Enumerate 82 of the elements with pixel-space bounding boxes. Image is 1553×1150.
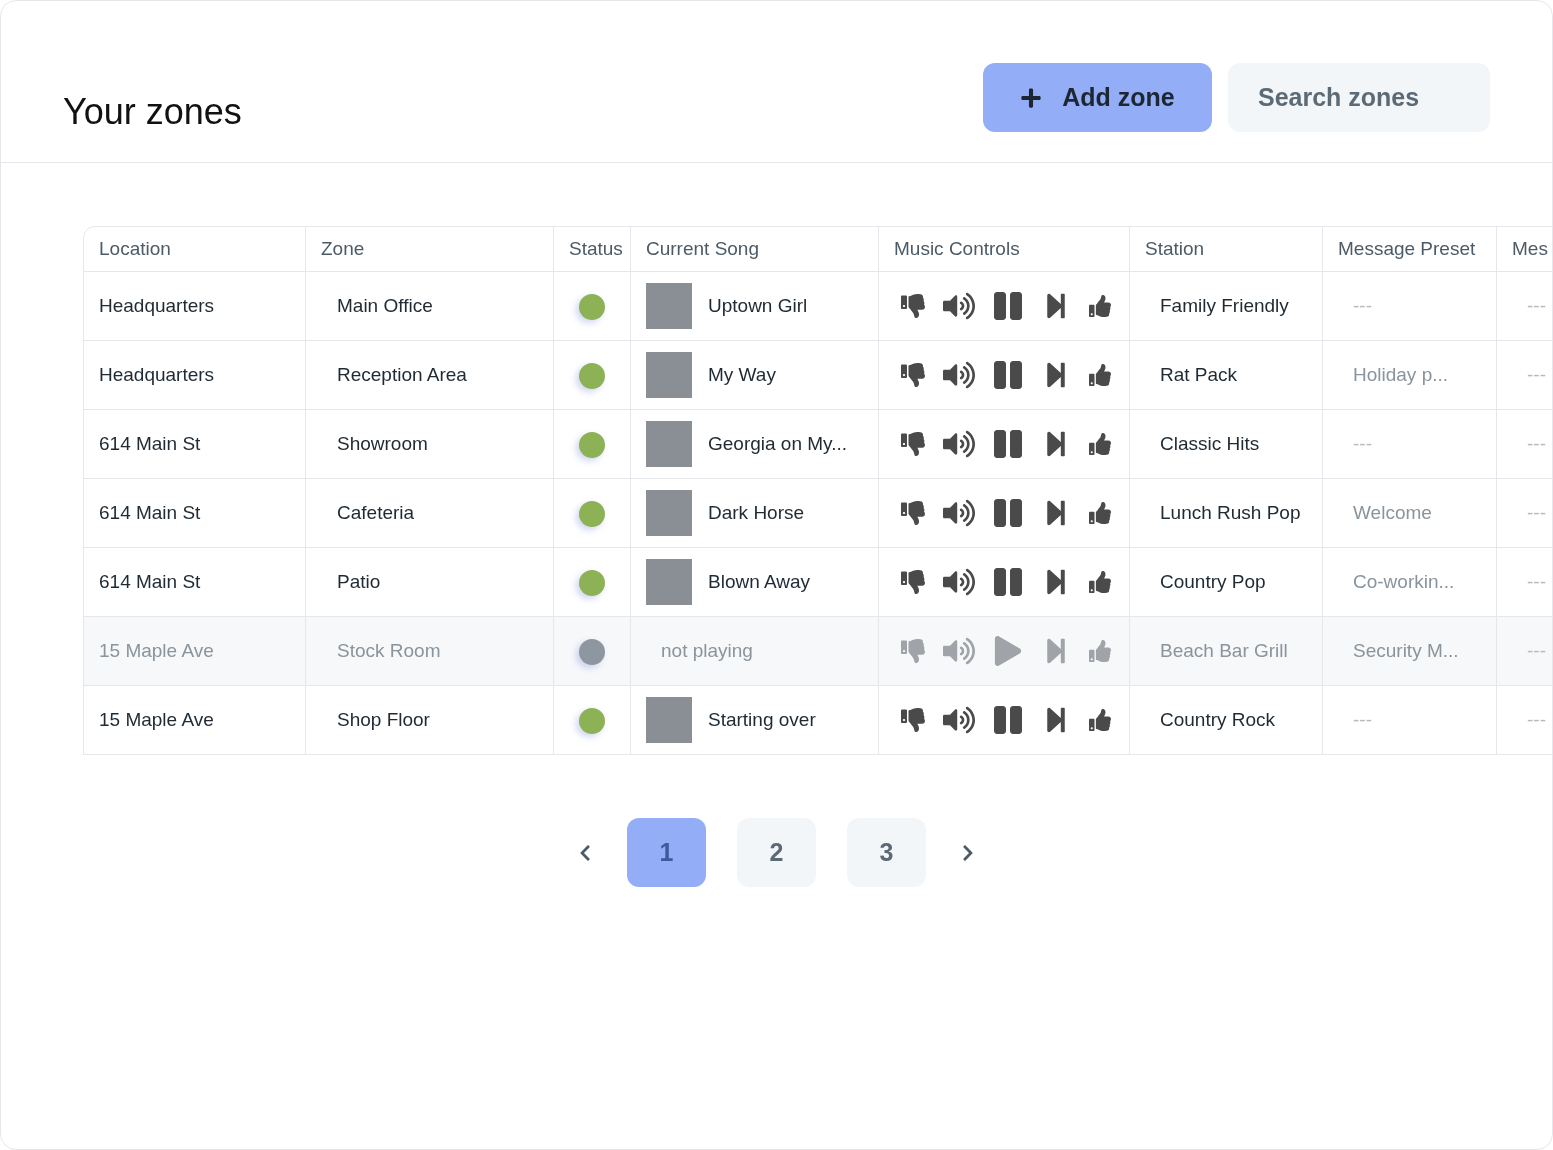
column-header: Current Song (631, 226, 879, 272)
thumbs-up-icon[interactable] (1089, 363, 1111, 387)
page-button[interactable]: 1 (627, 818, 706, 887)
song-title: Georgia on My... (708, 431, 848, 456)
station-text: Beach Bar Grill (1160, 639, 1288, 661)
pause-icon[interactable] (993, 704, 1023, 736)
cell-text: --- (1527, 432, 1546, 454)
cell-text: --- (1527, 363, 1546, 385)
column-header: Music Controls (879, 226, 1130, 272)
thumbs-up-icon[interactable] (1089, 294, 1111, 318)
pause-icon[interactable] (993, 359, 1023, 391)
page-button[interactable]: 3 (847, 818, 926, 887)
preset-text: Holiday p... (1353, 363, 1449, 385)
page-title: Your zones (63, 90, 242, 134)
preset-text: Welcome (1353, 501, 1432, 523)
preset-text: Co-workin... (1353, 570, 1455, 592)
thumbs-up-icon[interactable] (1089, 432, 1111, 456)
pause-icon[interactable] (993, 428, 1023, 460)
speaker-icon[interactable] (943, 429, 975, 459)
next-page-icon[interactable] (961, 843, 975, 862)
preset-text: Security M... (1353, 639, 1459, 661)
song-title: My Way (708, 362, 776, 387)
location-text: 614 Main St (99, 501, 201, 523)
cell-text: --- (1527, 639, 1546, 661)
location-text: 15 Maple Ave (99, 708, 214, 730)
thumbs-down-icon[interactable] (901, 431, 925, 457)
zone-text: Shop Floor (337, 708, 430, 730)
speaker-icon[interactable] (943, 498, 975, 528)
location-text: 614 Main St (99, 432, 201, 454)
song-title: not playing (660, 638, 753, 663)
location-text: Headquarters (99, 363, 215, 385)
speaker-icon[interactable] (943, 567, 975, 597)
column-header: Zone (306, 226, 554, 272)
thumbs-down-icon[interactable] (901, 293, 925, 319)
zone-text: Stock Room (337, 639, 441, 661)
zone-text: Showroom (337, 432, 428, 454)
station-text: Lunch Rush Pop (1160, 501, 1301, 523)
thumbs-down-icon[interactable] (901, 707, 925, 733)
speaker-icon[interactable] (943, 360, 975, 390)
song-title: Dark Horse (708, 500, 805, 525)
plus-icon (1020, 86, 1043, 109)
location-text: Headquarters (99, 294, 215, 316)
zone-text: Reception Area (337, 363, 467, 385)
location-text: 15 Maple Ave (99, 639, 214, 661)
location-text: 614 Main St (99, 570, 201, 592)
pause-icon[interactable] (993, 497, 1023, 529)
cell-text: --- (1527, 570, 1546, 592)
station-text: Country Rock (1160, 708, 1276, 730)
cell-text: --- (1527, 501, 1546, 523)
song-title: Blown Away (708, 569, 811, 594)
pause-icon[interactable] (993, 290, 1023, 322)
cell-text: --- (1527, 708, 1546, 730)
previous-page-icon[interactable] (578, 843, 592, 862)
preset-text: --- (1353, 294, 1372, 316)
speaker-icon[interactable] (943, 705, 975, 735)
zone-text: Cafeteria (337, 501, 415, 523)
song-title: Starting over (708, 707, 816, 732)
thumbs-down-icon[interactable] (901, 569, 925, 595)
column-header: Station (1130, 226, 1323, 272)
thumbs-down-icon[interactable] (901, 362, 925, 388)
preset-text: --- (1353, 432, 1372, 454)
thumbs-down-icon[interactable] (901, 638, 925, 664)
search-field[interactable]: Search zones (1228, 63, 1490, 132)
thumbs-up-icon[interactable] (1089, 639, 1111, 663)
thumbs-down-icon[interactable] (901, 500, 925, 526)
cell-text: --- (1527, 294, 1546, 316)
station-text: Family Friendly (1160, 294, 1289, 316)
thumbs-up-icon[interactable] (1089, 570, 1111, 594)
add-zone-button[interactable]: Add zone (983, 63, 1212, 132)
thumbs-up-icon[interactable] (1089, 501, 1111, 525)
zone-text: Main Office (337, 294, 433, 316)
zone-text: Patio (337, 570, 381, 592)
station-text: Country Pop (1160, 570, 1266, 592)
pause-icon[interactable] (993, 566, 1023, 598)
column-header: Location (83, 226, 306, 272)
song-title: Uptown Girl (708, 293, 808, 318)
thumbs-up-icon[interactable] (1089, 708, 1111, 732)
station-text: Classic Hits (1160, 432, 1260, 454)
preset-text: --- (1353, 708, 1372, 730)
station-text: Rat Pack (1160, 363, 1238, 385)
speaker-icon[interactable] (943, 291, 975, 321)
page-button[interactable]: 2 (737, 818, 816, 887)
